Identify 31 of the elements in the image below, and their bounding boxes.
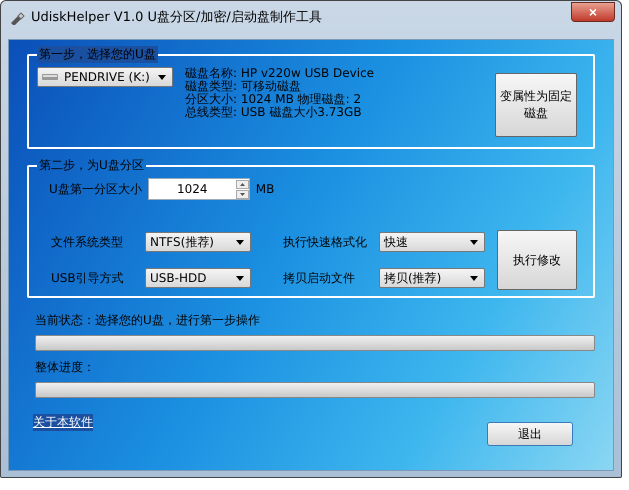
option-label: 执行快速格式化 <box>283 234 368 250</box>
option-dropdown[interactable]: USB-HDD <box>145 268 251 288</box>
unit-label: MB <box>256 182 274 196</box>
disk-info-text: 磁盘名称: HP v220w USB Device <box>185 67 374 80</box>
option-label: 文件系统类型 <box>51 234 124 250</box>
apply-button[interactable]: 执行修改 <box>497 230 577 290</box>
about-link[interactable]: 关于本软件 <box>33 414 93 431</box>
caret-icon <box>158 74 166 80</box>
caret-icon <box>236 276 244 280</box>
disk-info-text: 总线类型: USB 磁盘大小3.73GB <box>185 106 363 119</box>
caret-icon <box>236 240 244 244</box>
partition-size-label: U盘第一分区大小 <box>49 180 142 198</box>
drive-dropdown[interactable]: PENDRIVE (K:) <box>37 67 173 87</box>
group-title: 第一步，选择您的U盘 <box>37 46 158 63</box>
progress-label: 当前状态：选择您的U盘，进行第一步操作 <box>35 312 261 329</box>
option-dropdown[interactable]: 拷贝(推荐) <box>379 268 485 288</box>
disk-info-text: 分区大小: 1024 MB 物理磁盘: 2 <box>185 93 362 106</box>
option-dropdown[interactable]: 快速 <box>379 232 485 252</box>
make-fixed-disk-button[interactable]: 变属性为固定磁盘 <box>495 73 577 137</box>
option-label: USB引导方式 <box>51 270 125 286</box>
group-title: 第二步，为U盘分区 <box>38 157 145 174</box>
disk-info-text: 磁盘类型: 可移动磁盘 <box>185 80 302 93</box>
caret-icon <box>470 276 478 280</box>
window-title: UdiskHelper V1.0 U盘分区/加密/启动盘制作工具 <box>31 9 323 26</box>
progress-label: 整体进度： <box>35 359 96 376</box>
partition-size-spinner[interactable]: 1024 <box>148 178 250 200</box>
option-label: 拷贝启动文件 <box>283 270 356 286</box>
option-dropdown[interactable]: NTFS(推荐) <box>145 232 251 252</box>
caret-icon <box>470 240 478 244</box>
exit-button[interactable]: 退出 <box>487 422 573 446</box>
drive-icon <box>42 73 58 81</box>
